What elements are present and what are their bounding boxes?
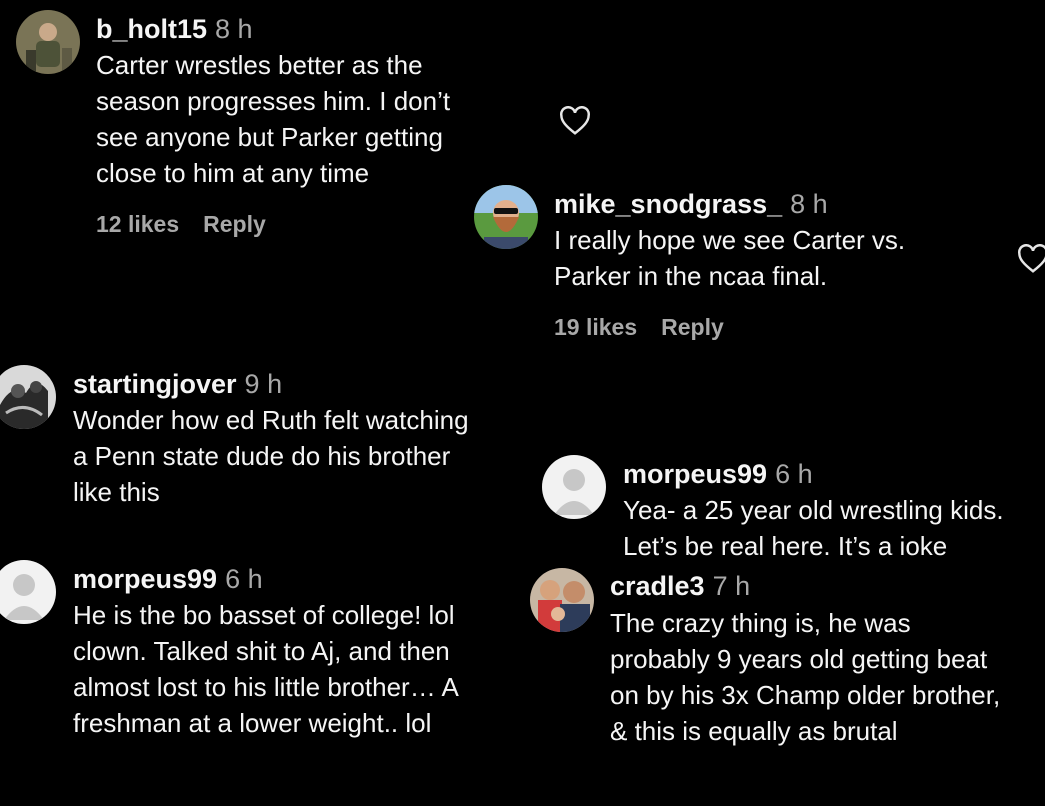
comment-header: b_holt15 8 h xyxy=(96,12,253,46)
comment-line: Carter wrestles better as the xyxy=(96,50,423,80)
username[interactable]: startingjover xyxy=(73,369,237,399)
avatar[interactable] xyxy=(530,568,594,632)
comment-line: Let’s be real here. It’s a ioke xyxy=(623,531,948,561)
username[interactable]: mike_snodgrass_ xyxy=(554,189,782,219)
comment-line: I really hope we see Carter vs. xyxy=(554,225,906,255)
timestamp: 7 h xyxy=(712,571,751,601)
comment-line: Wonder how ed Ruth felt watching xyxy=(73,405,469,435)
comment-line: The crazy thing is, he was xyxy=(610,608,911,638)
comment-line: clown. Talked shit to Aj, and then xyxy=(73,636,450,666)
comment-line: like this xyxy=(73,477,160,507)
comment-line: He is the bo basset of college! lol xyxy=(73,600,455,630)
comment-text: Carter wrestles better as the season pro… xyxy=(96,47,450,191)
timestamp: 8 h xyxy=(790,189,828,219)
comment-meta: 12 likes Reply xyxy=(96,211,266,238)
comment-header: morpeus99 6 h xyxy=(623,457,813,491)
avatar[interactable] xyxy=(474,185,538,249)
comment-header: startingjover 9 h xyxy=(73,367,282,401)
comment-line: Yea- a 25 year old wrestling kids. xyxy=(623,495,1004,525)
username[interactable]: cradle3 xyxy=(610,571,705,601)
comment-meta: 19 likes Reply xyxy=(554,314,724,341)
reply-button[interactable]: Reply xyxy=(661,314,724,340)
comment-line: a Penn state dude do his brother xyxy=(73,441,451,471)
comment-line: on by his 3x Champ older brother, xyxy=(610,680,1001,710)
likes-count[interactable]: 12 likes xyxy=(96,211,179,237)
comment-line: almost lost to his little brother… A xyxy=(73,672,459,702)
comment-line: see anyone but Parker getting xyxy=(96,122,443,152)
comment-header: mike_snodgrass_ 8 h xyxy=(554,187,828,221)
likes-count[interactable]: 19 likes xyxy=(554,314,637,340)
comment-line: probably 9 years old getting beat xyxy=(610,644,988,674)
avatar-default[interactable] xyxy=(542,455,606,519)
comment-header: morpeus99 6 h xyxy=(73,562,263,596)
avatar[interactable] xyxy=(0,365,56,429)
timestamp: 8 h xyxy=(215,14,253,44)
comment-text: I really hope we see Carter vs. Parker i… xyxy=(554,222,905,294)
avatar[interactable] xyxy=(16,10,80,74)
reply-button[interactable]: Reply xyxy=(203,211,266,237)
timestamp: 6 h xyxy=(225,564,263,594)
comment-line: Parker in the ncaa final. xyxy=(554,261,828,291)
comment-text: He is the bo basset of college! lol clow… xyxy=(73,597,459,741)
comment-header: cradle3 7 h xyxy=(610,569,750,603)
timestamp: 9 h xyxy=(244,369,283,399)
username[interactable]: morpeus99 xyxy=(623,459,767,489)
comment-text: Yea- a 25 year old wrestling kids. Let’s… xyxy=(623,492,1004,564)
username[interactable]: morpeus99 xyxy=(73,564,217,594)
comment-line: & this is equally as brutal xyxy=(610,716,898,746)
comment-line: close to him at any time xyxy=(96,158,370,188)
comment-line: season progresses him. I don’t xyxy=(96,86,451,116)
comment-text: Wonder how ed Ruth felt watching a Penn … xyxy=(73,402,469,510)
comment-line: freshman at a lower weight.. lol xyxy=(73,708,432,738)
username[interactable]: b_holt15 xyxy=(96,14,207,44)
heart-icon[interactable] xyxy=(1016,244,1045,274)
heart-icon[interactable] xyxy=(558,106,592,136)
timestamp: 6 h xyxy=(775,459,813,489)
avatar-default[interactable] xyxy=(0,560,56,624)
comment-text: The crazy thing is, he was probably 9 ye… xyxy=(610,605,1000,749)
